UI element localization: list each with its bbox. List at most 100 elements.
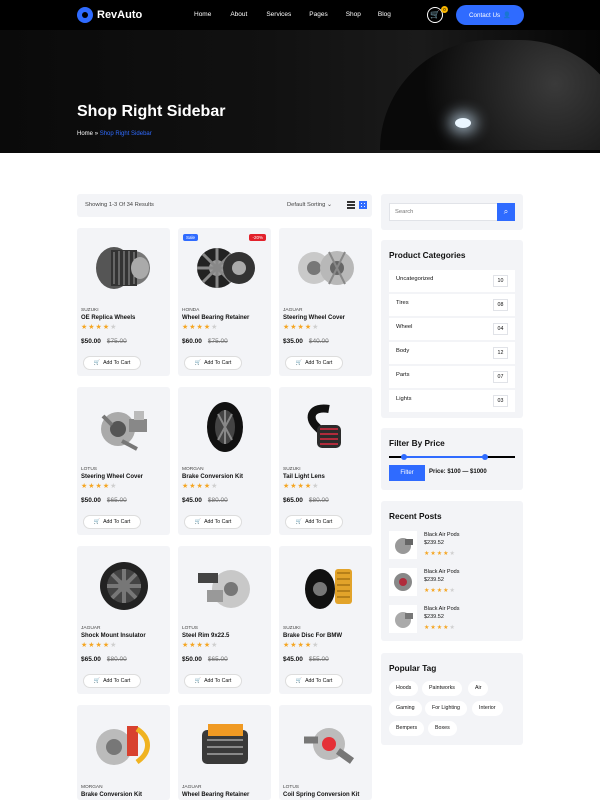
breadcrumb-home[interactable]: Home (77, 131, 93, 137)
nav-home[interactable]: Home (194, 11, 211, 18)
product-card[interactable]: LOTUS Coil Spring Conversion Kit (279, 705, 372, 800)
product-image[interactable] (186, 236, 263, 299)
product-image[interactable] (85, 395, 162, 458)
breadcrumb-current: Shop Right Sidebar (99, 131, 152, 137)
product-card[interactable]: SUZUKI OE Replica Wheels ★★★★★ $50.00 $75… (77, 228, 170, 376)
recent-post-item[interactable]: Black Air Pods $239.52 ★★★★★ (389, 605, 515, 637)
brand-logo[interactable]: RevAuto (77, 7, 142, 23)
product-brand: SUZUKI (283, 626, 301, 631)
tag-air[interactable]: Air (468, 681, 489, 696)
tag-hoods[interactable]: Hoods (389, 681, 419, 696)
product-name[interactable]: Shock Mount Insulator (81, 633, 146, 639)
product-rating: ★★★★★ (283, 642, 320, 649)
product-brand: LOTUS (182, 626, 198, 631)
product-card[interactable]: JAGUAR Shock Mount Insulator ★★★★★ $65.0… (77, 546, 170, 694)
recent-post-title[interactable]: Black Air Pods (424, 569, 459, 575)
product-card[interactable]: SUZUKI Brake Disc For BMW ★★★★★ $45.00 $5… (279, 546, 372, 694)
add-to-cart-button[interactable]: 🛒 Add To Cart (83, 356, 141, 370)
product-image[interactable] (85, 713, 162, 776)
tag-for-lighting[interactable]: For Lighting (425, 701, 467, 716)
tag-gaming[interactable]: Gaming (389, 701, 422, 716)
product-name[interactable]: Brake Disc For BMW (283, 633, 342, 639)
product-price: $60.00 $75.00 (182, 338, 228, 345)
product-image[interactable] (186, 395, 263, 458)
current-price: $65.00 (81, 656, 101, 663)
add-to-cart-button[interactable]: 🛒 Add To Cart (184, 515, 242, 529)
product-card[interactable]: Sale -20% HONDA Wheel Bearing Retainer ★… (178, 228, 271, 376)
current-price: $50.00 (81, 497, 101, 504)
nav-about[interactable]: About (230, 11, 247, 18)
recent-post-title[interactable]: Black Air Pods (424, 606, 459, 612)
price-slider-max-handle[interactable] (482, 454, 488, 460)
add-to-cart-button[interactable]: 🛒 Add To Cart (184, 674, 242, 688)
product-card[interactable]: MORGAN Brake Conversion Kit (77, 705, 170, 800)
recent-post-thumbnail[interactable] (389, 531, 417, 559)
nav-services[interactable]: Services (266, 11, 291, 18)
tag-boxes[interactable]: Boxes (428, 721, 457, 736)
product-image[interactable] (85, 554, 162, 617)
main-nav: Home About Services Pages Shop Blog (194, 11, 391, 18)
category-item[interactable]: Body 12 (389, 342, 515, 364)
add-to-cart-button[interactable]: 🛒 Add To Cart (285, 356, 343, 370)
product-name[interactable]: Brake Conversion Kit (182, 474, 243, 480)
product-image[interactable] (186, 554, 263, 617)
old-price: $55.00 (308, 656, 329, 663)
add-to-cart-button[interactable]: 🛒 Add To Cart (184, 356, 242, 370)
product-image[interactable] (85, 236, 162, 299)
contact-button[interactable]: Contact Us 👤 (456, 5, 524, 25)
product-name[interactable]: Steering Wheel Cover (283, 315, 345, 321)
tag-bempers[interactable]: Bempers (389, 721, 425, 736)
product-card[interactable]: MORGAN Brake Conversion Kit ★★★★★ $45.00… (178, 387, 271, 535)
list-view-icon[interactable] (347, 201, 355, 209)
product-image[interactable] (287, 395, 364, 458)
price-slider[interactable] (389, 454, 515, 460)
user-icon: 👤 (503, 12, 511, 19)
add-to-cart-button[interactable]: 🛒 Add To Cart (285, 674, 343, 688)
product-card[interactable]: LOTUS Steering Wheel Cover ★★★★★ $50.00 $… (77, 387, 170, 535)
product-image[interactable] (186, 713, 263, 776)
product-name[interactable]: Steel Rim 9x22.5 (182, 633, 229, 639)
search-input[interactable] (389, 203, 499, 221)
recent-post-title[interactable]: Black Air Pods (424, 532, 459, 538)
product-name[interactable]: Wheel Bearing Retainer (182, 792, 249, 798)
nav-blog[interactable]: Blog (378, 11, 391, 18)
product-name[interactable]: OE Replica Wheels (81, 315, 135, 321)
grid-view-icon[interactable] (359, 201, 367, 209)
category-item[interactable]: Uncategorized 10 (389, 270, 515, 292)
product-name[interactable]: Steering Wheel Cover (81, 474, 143, 480)
product-brand: LOTUS (81, 467, 97, 472)
add-to-cart-button[interactable]: 🛒 Add To Cart (83, 674, 141, 688)
product-card[interactable]: LOTUS Steel Rim 9x22.5 ★★★★★ $50.00 $65.0… (178, 546, 271, 694)
recent-post-thumbnail[interactable] (389, 605, 417, 633)
category-item[interactable]: Parts 07 (389, 366, 515, 388)
product-image[interactable] (287, 236, 364, 299)
recent-post-item[interactable]: Black Air Pods $239.52 ★★★★★ (389, 568, 515, 600)
product-name[interactable]: Brake Conversion Kit (81, 792, 142, 798)
tag-paintworks[interactable]: Paintworks (422, 681, 462, 696)
nav-pages[interactable]: Pages (309, 11, 327, 18)
product-card[interactable]: JAGUAR Wheel Bearing Retainer (178, 705, 271, 800)
add-to-cart-button[interactable]: 🛒 Add To Cart (83, 515, 141, 529)
product-name[interactable]: Wheel Bearing Retainer (182, 315, 249, 321)
category-item[interactable]: Tires 08 (389, 294, 515, 316)
tag-interior[interactable]: Interior (472, 701, 503, 716)
search-button[interactable]: ⌕ (497, 203, 515, 221)
category-item[interactable]: Wheel 04 (389, 318, 515, 340)
product-image[interactable] (287, 554, 364, 617)
page-title: Shop Right Sidebar (77, 103, 226, 120)
product-card[interactable]: JAGUAR Steering Wheel Cover ★★★★★ $35.00… (279, 228, 372, 376)
product-name[interactable]: Coil Spring Conversion Kit (283, 792, 359, 798)
product-card[interactable]: SUZUKI Tail Light Lens ★★★★★ $65.00 $80.0… (279, 387, 372, 535)
category-item[interactable]: Lights 03 (389, 390, 515, 412)
result-count: Showing 1-3 Of 34 Results (85, 202, 154, 208)
price-slider-min-handle[interactable] (401, 454, 407, 460)
product-image[interactable] (287, 713, 364, 776)
nav-shop[interactable]: Shop (346, 11, 361, 18)
add-to-cart-button[interactable]: 🛒 Add To Cart (285, 515, 343, 529)
product-name[interactable]: Tail Light Lens (283, 474, 325, 480)
filter-button[interactable]: Filter (389, 465, 425, 481)
sort-select[interactable]: Default Sorting ⌄ (287, 202, 332, 208)
recent-post-thumbnail[interactable] (389, 568, 417, 596)
recent-post-item[interactable]: Black Air Pods $239.52 ★★★★★ (389, 531, 515, 563)
recent-post-price: $239.52 (424, 614, 444, 620)
